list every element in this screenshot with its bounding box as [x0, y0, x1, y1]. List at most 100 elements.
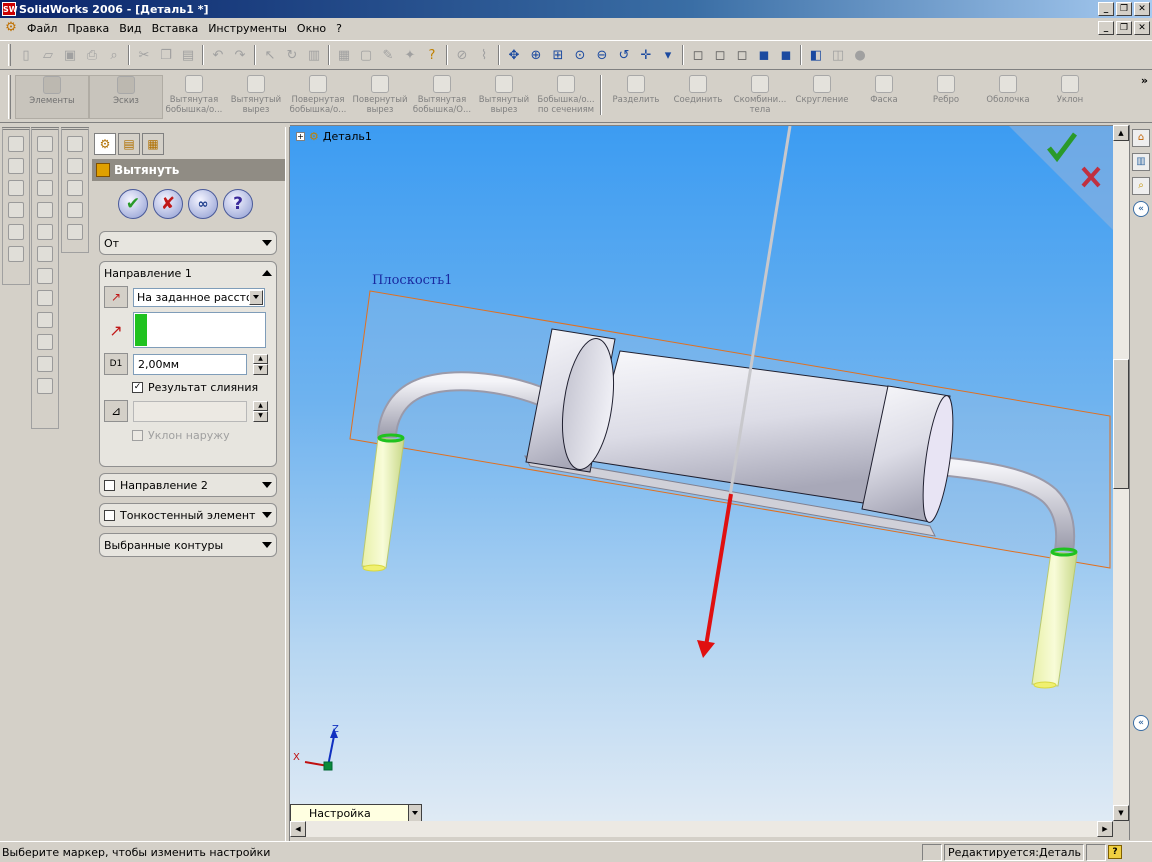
perspective-icon[interactable]: ◫	[828, 45, 848, 65]
link-icon[interactable]: ⊘	[452, 45, 472, 65]
box-feature-icon[interactable]	[37, 136, 53, 152]
expand-icon[interactable]	[262, 482, 272, 488]
mirror-icon[interactable]	[37, 378, 53, 394]
expand-task-pane-icon[interactable]: «	[1133, 201, 1149, 217]
point-icon[interactable]	[67, 202, 83, 218]
sketch-trim-icon[interactable]	[8, 246, 24, 262]
collapse-icon[interactable]	[262, 270, 272, 276]
merge-result-checkbox[interactable]: ✓	[132, 381, 143, 393]
sketch-polygon-icon[interactable]	[8, 158, 24, 174]
hidden-lines-removed-icon[interactable]: ◻	[732, 45, 752, 65]
draft-angle-spinner[interactable]: ▲ ▼	[253, 400, 268, 422]
features-tab-button[interactable]: Элементы	[15, 75, 89, 119]
join-button[interactable]: Соединить	[667, 75, 729, 119]
spin-down-icon[interactable]: ▼	[253, 364, 268, 375]
scroll-right-icon[interactable]: ▶	[1097, 821, 1113, 837]
direction2-group[interactable]: Направление 2	[99, 473, 277, 497]
property-manager-tab[interactable]: ▤	[118, 133, 140, 155]
reference-curve-icon[interactable]	[67, 224, 83, 240]
scroll-left-icon[interactable]: ◀	[290, 821, 306, 837]
sketch-pen-icon[interactable]	[37, 290, 53, 306]
save-icon[interactable]: ▣	[60, 45, 80, 65]
view-dropdown-icon[interactable]: ▾	[658, 45, 678, 65]
window-icon[interactable]: ▢	[356, 45, 376, 65]
help-button[interactable]: ?	[223, 189, 253, 219]
sketch-line-icon[interactable]	[8, 180, 24, 196]
chevron-down-icon[interactable]	[408, 805, 421, 821]
scroll-up-icon[interactable]: ▲	[1113, 125, 1129, 141]
paste-icon[interactable]: ▤	[178, 45, 198, 65]
spin-down-icon[interactable]: ▼	[253, 411, 268, 422]
plane1-label[interactable]: Плоскость1	[372, 273, 452, 288]
spin-up-icon[interactable]: ▲	[253, 400, 268, 411]
thin-feature-checkbox[interactable]	[104, 509, 115, 521]
chamfer-button[interactable]: Фаска	[853, 75, 915, 119]
zoom-in-out-icon[interactable]: ⊙	[570, 45, 590, 65]
doc-minimize-button[interactable]: _	[1098, 21, 1114, 35]
redo-icon[interactable]: ↷	[230, 45, 250, 65]
reverse-direction-icon[interactable]: ↗	[104, 286, 128, 308]
depth-spinner[interactable]: ▲ ▼	[253, 353, 268, 375]
ok-button[interactable]: ✔	[118, 189, 148, 219]
chevron-down-icon[interactable]	[249, 289, 263, 305]
realview-icon[interactable]: ●	[850, 45, 870, 65]
select-icon[interactable]: ↖	[260, 45, 280, 65]
help-icon[interactable]: ?	[1108, 845, 1122, 859]
axis-icon[interactable]	[67, 158, 83, 174]
menu-file[interactable]: Файл	[22, 22, 62, 35]
help-icon[interactable]: ?	[422, 45, 442, 65]
smart-dimension-icon[interactable]	[37, 312, 53, 328]
solidworks-resources-icon[interactable]: ⌂	[1132, 129, 1150, 147]
menu-view[interactable]: Вид	[114, 22, 146, 35]
relation-icon[interactable]	[37, 334, 53, 350]
plane-icon[interactable]	[67, 136, 83, 152]
cut-icon[interactable]: ✂	[134, 45, 154, 65]
draft-outward-checkbox[interactable]	[132, 429, 143, 441]
copy-icon[interactable]: ❐	[156, 45, 176, 65]
solidworks-menu-icon[interactable]: ⚙	[2, 20, 20, 36]
sketch-tab-button[interactable]: Эскиз	[89, 75, 163, 119]
zoom-to-fit-icon[interactable]: ⊕	[526, 45, 546, 65]
rebuild-icon[interactable]: ↻	[282, 45, 302, 65]
expand-icon[interactable]	[262, 240, 272, 246]
menu-edit[interactable]: Правка	[62, 22, 114, 35]
selected-contours-group[interactable]: Выбранные контуры	[99, 533, 277, 557]
minimize-button[interactable]: _	[1098, 2, 1114, 16]
expand-icon[interactable]	[262, 542, 272, 548]
zoom-selection-icon[interactable]: ⊖	[592, 45, 612, 65]
undo-icon[interactable]: ↶	[208, 45, 228, 65]
cube-feature-icon[interactable]	[37, 268, 53, 284]
revolved-boss-button[interactable]: Повернутая бобышка/о...	[287, 75, 349, 119]
menu-insert[interactable]: Вставка	[147, 22, 204, 35]
left-leg-extrusion[interactable]	[361, 437, 405, 569]
cancel-button[interactable]: ✘	[153, 189, 183, 219]
menu-window[interactable]: Окно	[292, 22, 331, 35]
shaded-icon[interactable]: ◼	[776, 45, 796, 65]
end-condition-select[interactable]: На заданное расстояние	[133, 287, 265, 307]
draft-angle-input[interactable]	[133, 400, 247, 422]
right-leg-extrusion[interactable]	[1031, 551, 1078, 687]
coordinate-system-icon[interactable]	[67, 180, 83, 196]
toolbar-overflow-icon[interactable]: »	[1141, 74, 1148, 87]
sketch-spline-icon[interactable]	[8, 202, 24, 218]
cube-feature-icon[interactable]	[37, 246, 53, 262]
options-icon[interactable]: ▥	[304, 45, 324, 65]
file-explorer-icon[interactable]: ⌕	[1132, 177, 1150, 195]
pattern-icon[interactable]	[37, 356, 53, 372]
graphics-viewport[interactable]: + ⚙ Деталь1 Плоскость1 Z X Настройка	[290, 125, 1113, 821]
combine-button[interactable]: Скомбини... тела	[729, 75, 791, 119]
close-button[interactable]: ✕	[1134, 2, 1150, 16]
print-icon[interactable]: ⎙	[82, 45, 102, 65]
hidden-lines-visible-icon[interactable]: ◻	[710, 45, 730, 65]
feature-manager-tab[interactable]: ⚙	[94, 133, 116, 155]
extruded-boss-button[interactable]: Вытянутая бобышка/о...	[163, 75, 225, 119]
spin-up-icon[interactable]: ▲	[253, 353, 268, 364]
lofted-boss-button[interactable]: Бобышка/о... по сечениям	[535, 75, 597, 119]
sketch-rectangle-icon[interactable]	[8, 136, 24, 152]
draft-icon[interactable]: ⊿	[104, 400, 128, 422]
from-group[interactable]: От	[99, 231, 277, 255]
wireframe-icon[interactable]: ◻	[688, 45, 708, 65]
extruded-cut-button[interactable]: Вытянутый вырез	[225, 75, 287, 119]
expand-task-pane-icon[interactable]: «	[1133, 715, 1149, 731]
print-preview-icon[interactable]: ⌕	[104, 45, 124, 65]
